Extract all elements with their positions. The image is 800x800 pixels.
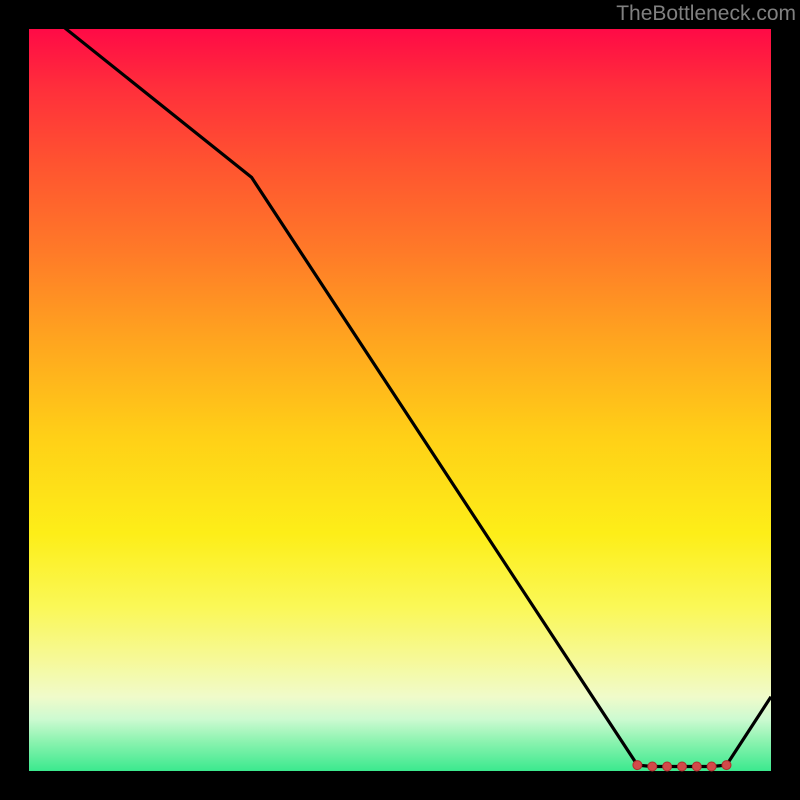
chart-overlay bbox=[0, 0, 800, 800]
data-marker bbox=[692, 762, 701, 771]
data-line bbox=[29, 0, 771, 767]
data-marker bbox=[663, 762, 672, 771]
data-markers bbox=[633, 761, 731, 771]
data-marker bbox=[648, 762, 657, 771]
data-marker bbox=[633, 761, 642, 770]
data-marker bbox=[707, 762, 716, 771]
data-marker bbox=[678, 762, 687, 771]
data-marker bbox=[722, 761, 731, 770]
data-line-group bbox=[29, 0, 771, 767]
chart-frame: TheBottleneck.com bbox=[0, 0, 800, 800]
